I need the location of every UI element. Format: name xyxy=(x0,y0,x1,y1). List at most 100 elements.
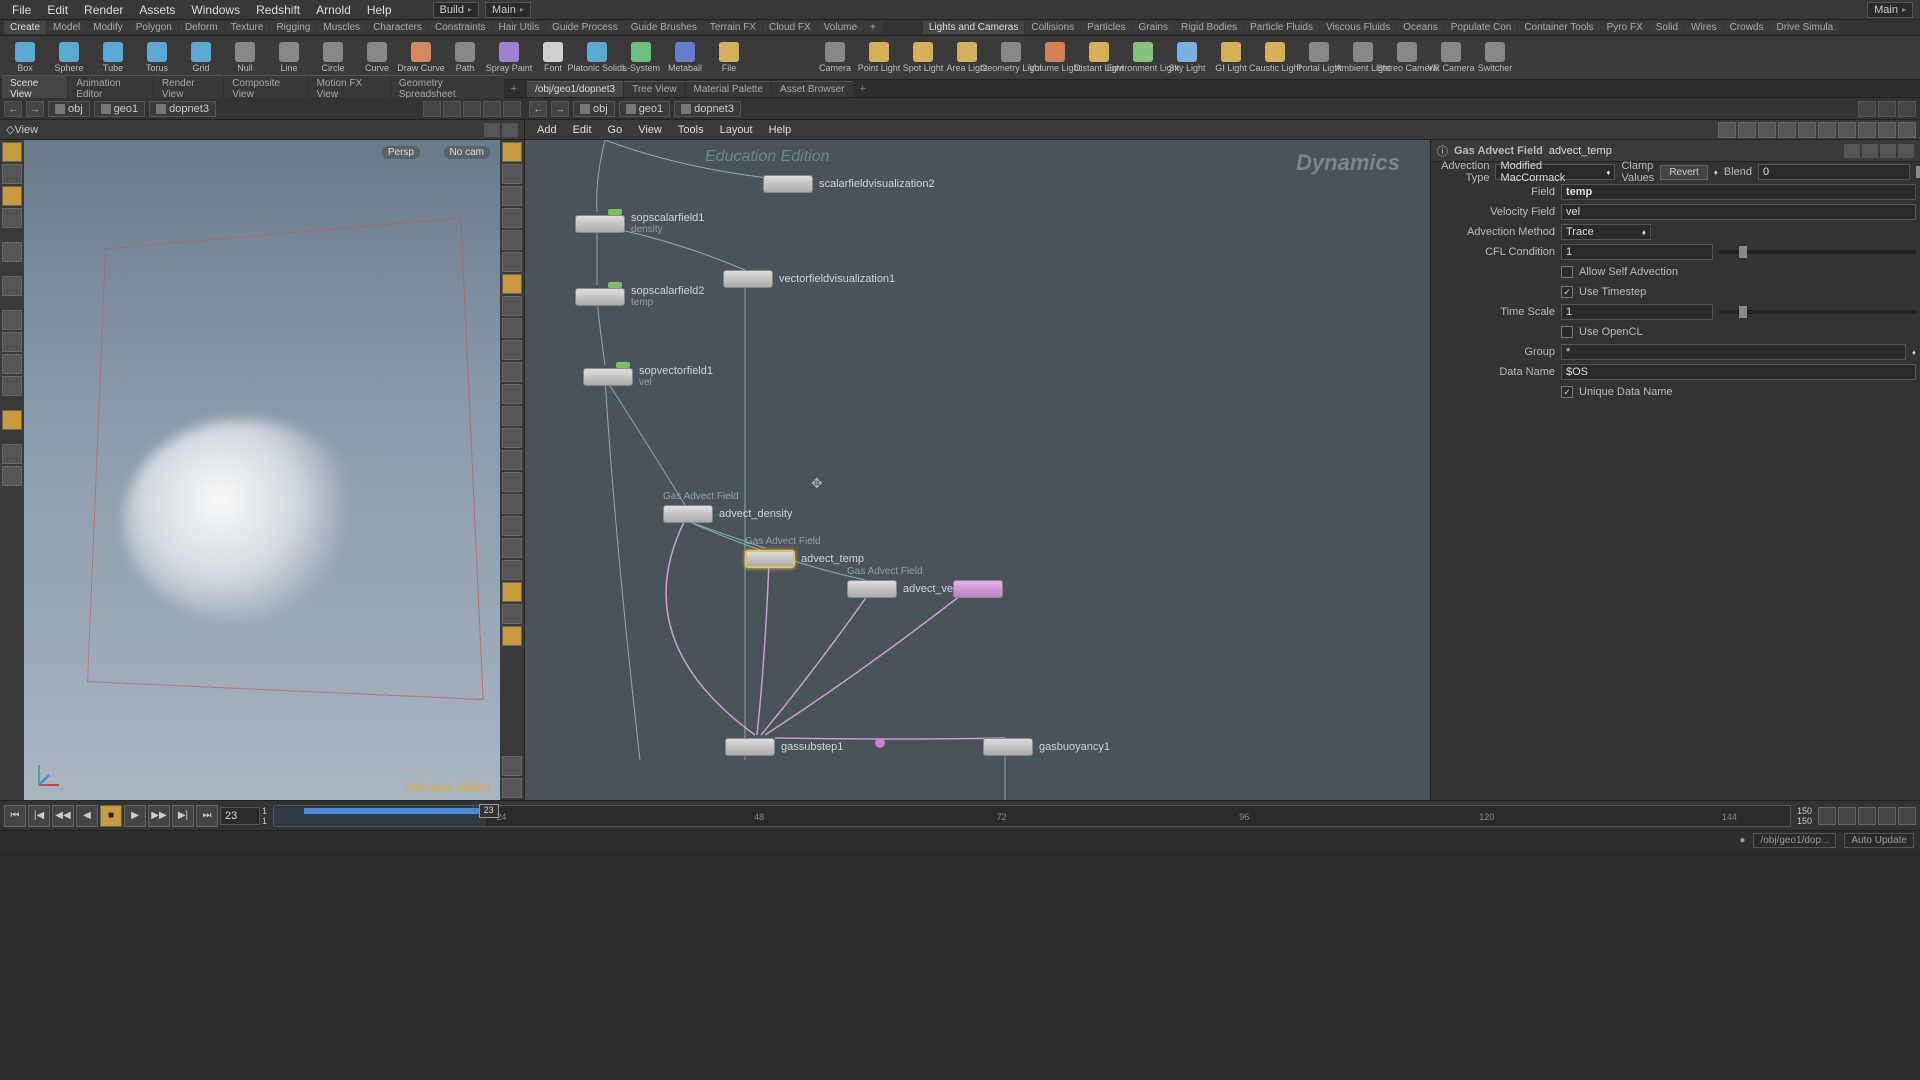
shelf-tab[interactable]: Polygon xyxy=(130,21,178,34)
first-frame-button[interactable]: ⏮ xyxy=(4,805,26,827)
node-gasbuoyancy1[interactable]: gasbuoyancy1 xyxy=(983,738,1110,756)
status-path[interactable]: /obj/geo1/dop... xyxy=(1753,833,1836,848)
param-node-name[interactable]: advect_temp xyxy=(1549,145,1612,157)
snap-tool-icon[interactable] xyxy=(2,310,22,330)
handle-tool-icon[interactable] xyxy=(2,242,22,262)
menu-edit[interactable]: Edit xyxy=(39,1,76,19)
node-sopscalarfield1[interactable]: sopscalarfield1density xyxy=(575,212,704,235)
shelf-tool-sphere[interactable]: Sphere xyxy=(48,38,90,78)
shelf-tab[interactable]: Particles xyxy=(1081,21,1131,34)
shelf-tab[interactable]: Collisions xyxy=(1025,21,1080,34)
display-opt-icon[interactable] xyxy=(502,318,522,338)
shelf-tab[interactable]: Solid xyxy=(1650,21,1684,34)
nav-fwd-icon[interactable]: → xyxy=(26,101,44,117)
shelf-tool-null[interactable]: Null xyxy=(224,38,266,78)
shelf-tool-tube[interactable]: Tube xyxy=(92,38,134,78)
shelf-tool-circle[interactable]: Circle xyxy=(312,38,354,78)
pane-tab-network[interactable]: /obj/geo1/dopnet3 xyxy=(527,81,623,97)
menu-arnold[interactable]: Arnold xyxy=(308,1,359,19)
display-opt-icon[interactable] xyxy=(502,450,522,470)
menu-render[interactable]: Render xyxy=(76,1,131,19)
shelf-tab[interactable]: Cloud FX xyxy=(763,21,817,34)
shelf-tool-box[interactable]: Box xyxy=(4,38,46,78)
node-advect-vel[interactable]: Gas Advect Fieldadvect_vel xyxy=(847,580,956,598)
shelf-tab[interactable]: Drive Simula xyxy=(1770,21,1839,34)
display-opt-icon[interactable] xyxy=(502,208,522,228)
shelf-tab-plus[interactable]: + xyxy=(864,21,882,34)
play-button[interactable]: ▶ xyxy=(124,805,146,827)
net-view-icon[interactable] xyxy=(1858,122,1876,138)
menu-file[interactable]: File xyxy=(4,1,39,19)
loop-icon[interactable] xyxy=(1818,807,1836,825)
shelf-tool-point-light[interactable]: Point Light xyxy=(858,38,900,78)
shelf-tool-camera[interactable]: Camera xyxy=(814,38,856,78)
audio-icon[interactable] xyxy=(1858,807,1876,825)
node-sopscalarfield2[interactable]: sopscalarfield2temp xyxy=(575,285,704,308)
shelf-tool-volume-light[interactable]: Volume Light xyxy=(1034,38,1076,78)
net-menu-go[interactable]: Go xyxy=(600,122,631,138)
link-icon[interactable] xyxy=(443,101,461,117)
auto-update-dropdown[interactable]: Auto Update xyxy=(1844,833,1914,848)
node-advect-density[interactable]: Gas Advect Fieldadvect_density xyxy=(663,505,792,523)
expand-icon[interactable] xyxy=(503,101,521,117)
shelf-tab[interactable]: Lights and Cameras xyxy=(923,21,1025,34)
menu-windows[interactable]: Windows xyxy=(183,1,248,19)
snap-tool-icon[interactable] xyxy=(2,376,22,396)
nav-back-icon[interactable]: ← xyxy=(4,101,22,117)
shelf-tab[interactable]: Populate Con xyxy=(1445,21,1518,34)
shelf-tab[interactable]: Hair Utils xyxy=(493,21,546,34)
group-input[interactable] xyxy=(1561,344,1906,360)
net-view-icon[interactable] xyxy=(1898,122,1916,138)
current-frame-input[interactable] xyxy=(220,807,260,825)
net-menu-tools[interactable]: Tools xyxy=(670,122,712,138)
menu-assets[interactable]: Assets xyxy=(131,1,183,19)
shelf-tab[interactable]: Particle Fluids xyxy=(1244,21,1319,34)
shelf-tab[interactable]: Guide Brushes xyxy=(625,21,703,34)
camera-menu-badge[interactable]: No cam xyxy=(444,146,490,159)
breadcrumb-obj[interactable]: obj xyxy=(573,101,615,117)
snap-tool-icon[interactable] xyxy=(2,354,22,374)
display-opt-icon[interactable] xyxy=(502,296,522,316)
prev-key-button[interactable]: |◀ xyxy=(28,805,50,827)
shelf-tab[interactable]: Deform xyxy=(179,21,224,34)
display-opt-icon[interactable] xyxy=(502,142,522,162)
cfl-slider[interactable] xyxy=(1719,250,1916,254)
shelf-tab[interactable]: Pyro FX xyxy=(1601,21,1649,34)
shelf-tool-gi-light[interactable]: GI Light xyxy=(1210,38,1252,78)
desktop-dropdown[interactable]: Build▸ xyxy=(433,2,479,18)
node-vectorfieldvisualization1[interactable]: vectorfieldvisualization1 xyxy=(723,270,895,288)
net-view-icon[interactable] xyxy=(1758,122,1776,138)
menu-redshift[interactable]: Redshift xyxy=(248,1,308,19)
net-menu-layout[interactable]: Layout xyxy=(712,122,761,138)
pane-tab-plus[interactable]: + xyxy=(854,81,872,97)
shelf-tab[interactable]: Guide Process xyxy=(546,21,624,34)
info-icon[interactable] xyxy=(1898,144,1914,158)
shelf-tab[interactable]: Create xyxy=(4,21,46,34)
breadcrumb-obj[interactable]: obj xyxy=(48,101,90,117)
net-menu-help[interactable]: Help xyxy=(761,122,800,138)
gear-icon[interactable] xyxy=(1844,144,1860,158)
display-opt-icon[interactable] xyxy=(502,340,522,360)
pin-icon[interactable] xyxy=(1858,101,1876,117)
timescale-slider[interactable] xyxy=(1719,310,1916,314)
net-view-icon[interactable] xyxy=(1818,122,1836,138)
advection-type-select[interactable]: Modified MacCormack♦ xyxy=(1495,164,1615,180)
self-advection-checkbox[interactable] xyxy=(1561,266,1573,278)
shelf-tool-sky-light[interactable]: Sky Light xyxy=(1166,38,1208,78)
net-view-icon[interactable] xyxy=(1778,122,1796,138)
shelf-tool-l-system[interactable]: L-System xyxy=(620,38,662,78)
shelf-tool-geometry-light[interactable]: Geometry Light xyxy=(990,38,1032,78)
net-view-icon[interactable] xyxy=(1718,122,1736,138)
display-opt-icon[interactable] xyxy=(502,538,522,558)
net-menu-edit[interactable]: Edit xyxy=(565,122,600,138)
display-opt-icon[interactable] xyxy=(502,494,522,514)
node-gassubstep1[interactable]: gassubstep1 xyxy=(725,738,843,756)
shelf-tool-torus[interactable]: Torus xyxy=(136,38,178,78)
unique-dataname-checkbox[interactable] xyxy=(1561,386,1573,398)
options-icon[interactable] xyxy=(502,778,522,798)
shelf-tool-vr-camera[interactable]: VR Camera xyxy=(1430,38,1472,78)
range-icon[interactable] xyxy=(1878,807,1896,825)
pane-tab[interactable]: Material Palette xyxy=(686,81,771,97)
layout-icon[interactable] xyxy=(483,101,501,117)
display-opt-icon[interactable] xyxy=(502,626,522,646)
